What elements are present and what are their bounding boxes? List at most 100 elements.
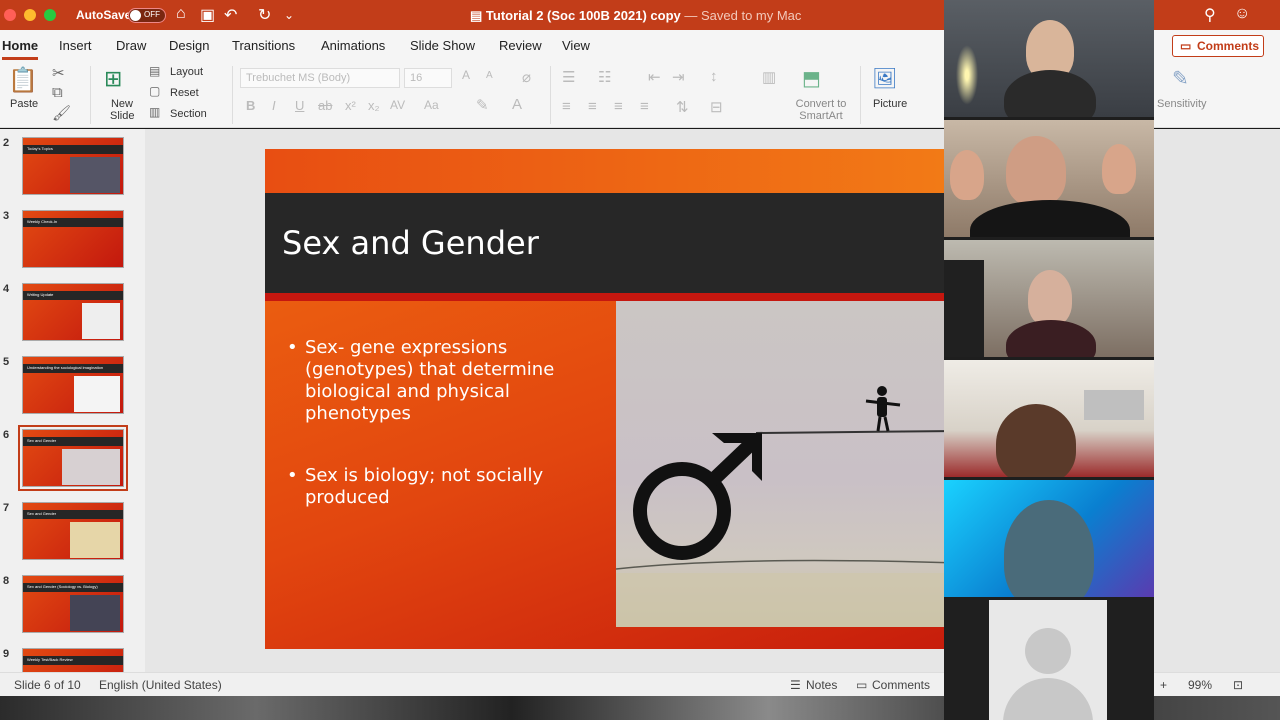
justify-icon[interactable]: ≡ (640, 98, 649, 115)
video-participant-1[interactable] (944, 0, 1154, 117)
tab-design[interactable]: Design (169, 38, 209, 53)
line-spacing-icon[interactable]: ↕ (710, 68, 718, 85)
sensitivity-icon[interactable]: ✎ (1172, 66, 1189, 91)
strikethrough-icon[interactable]: ab (318, 98, 332, 113)
fit-slide-icon[interactable]: ⊡ (1233, 678, 1243, 692)
tab-draw[interactable]: Draw (116, 38, 146, 53)
underline-icon[interactable]: U (295, 98, 304, 113)
new-slide-icon[interactable]: ⊞ (104, 66, 122, 92)
tab-review[interactable]: Review (499, 38, 542, 53)
bullets-icon[interactable]: ☰ (562, 68, 575, 86)
sensitivity-button[interactable]: Sensitivity (1157, 98, 1207, 110)
paste-icon[interactable]: 📋 (8, 66, 38, 95)
layout-button[interactable]: Layout (170, 66, 203, 78)
slide-thumbnail-3[interactable]: Weekly Check-In (22, 210, 124, 268)
document-title: ▤ Tutorial 2 (Soc 100B 2021) copy — Save… (470, 8, 801, 24)
font-size-select[interactable]: 16 (404, 68, 452, 88)
saved-status: — Saved to my Mac (684, 8, 802, 23)
slide-thumbnail-7[interactable]: Sex and Gender (22, 502, 124, 560)
slide-thumbnail-5[interactable]: Understanding the sociological imaginati… (22, 356, 124, 414)
save-icon[interactable]: ▣ (200, 5, 215, 25)
slide-bullet[interactable]: • Sex is biology; not socially produced (287, 465, 587, 509)
slide-title[interactable]: Sex and Gender (282, 224, 539, 262)
video-participant-2[interactable] (944, 120, 1154, 237)
smiley-icon[interactable]: ☺ (1234, 5, 1250, 23)
picture-icon[interactable]: 🖼 (872, 66, 897, 91)
tab-insert[interactable]: Insert (59, 38, 92, 53)
thumb-title: Writing Update (27, 292, 54, 297)
align-center-icon[interactable]: ≡ (588, 98, 597, 115)
highlight-icon[interactable]: ✎ (476, 96, 489, 114)
section-button[interactable]: Section (170, 108, 207, 120)
comments-status-icon[interactable]: ▭ (856, 678, 867, 692)
new-slide-label[interactable]: New Slide (110, 98, 134, 122)
slide-thumbnail-8[interactable]: Sex and Gender (Sociology vs. Biology) (22, 575, 124, 633)
slide-thumbnail-4[interactable]: Writing Update (22, 283, 124, 341)
zoom-level[interactable]: 99% (1188, 678, 1212, 692)
video-participant-6[interactable] (944, 600, 1154, 720)
slide-thumbnail-6[interactable]: Sex and Gender (18, 425, 128, 491)
minimize-window-button[interactable] (24, 9, 36, 21)
align-right-icon[interactable]: ≡ (614, 98, 623, 115)
font-color-icon[interactable]: A (512, 96, 522, 113)
search-icon[interactable]: ⚲ (1204, 5, 1216, 25)
decrease-indent-icon[interactable]: ⇤ (648, 68, 661, 86)
columns-icon[interactable]: ▥ (762, 68, 776, 86)
text-direction-icon[interactable]: ⇅ (676, 98, 689, 116)
slide-bullet[interactable]: • Sex- gene expressions (genotypes) that… (287, 337, 587, 425)
clear-format-icon[interactable]: ⌀ (522, 68, 531, 86)
slide-thumbnail-9[interactable]: Weekly Test/Back Review (22, 648, 124, 672)
numbering-icon[interactable]: ☷ (598, 68, 611, 86)
align-text-icon[interactable]: ⊟ (710, 98, 723, 116)
autosave-toggle[interactable]: OFF (128, 8, 166, 23)
smartart-icon[interactable]: ⬒ (802, 66, 821, 91)
reset-button[interactable]: Reset (170, 87, 199, 99)
home-icon[interactable]: ⌂ (176, 5, 186, 23)
copy-icon[interactable]: ⧉ (52, 84, 63, 101)
slide-picture[interactable] (615, 301, 945, 627)
tab-home[interactable]: Home (2, 38, 38, 53)
cut-icon[interactable]: ✂ (52, 64, 65, 82)
language-indicator[interactable]: English (United States) (99, 678, 222, 692)
increase-indent-icon[interactable]: ⇥ (672, 68, 685, 86)
slide-thumbnail-2[interactable]: Today's Topics (22, 137, 124, 195)
char-spacing-icon[interactable]: AV (390, 98, 405, 112)
decrease-font-icon[interactable]: A (486, 70, 493, 81)
tab-animations[interactable]: Animations (321, 38, 385, 53)
comments-status-button[interactable]: Comments (872, 678, 930, 692)
redo-icon[interactable]: ↻ (258, 5, 271, 25)
tab-slide-show[interactable]: Slide Show (410, 38, 475, 53)
current-slide[interactable]: Sex and Gender • Sex- gene expressions (… (265, 149, 945, 649)
close-window-button[interactable] (4, 9, 16, 21)
customize-toolbar-icon[interactable]: ⌄ (284, 8, 294, 22)
comments-button[interactable]: ▭ Comments (1172, 35, 1264, 57)
picture-button[interactable]: Picture (873, 98, 907, 110)
convert-smartart-button[interactable]: Convert to SmartArt (795, 98, 847, 122)
layout-icon[interactable]: ▤ (149, 64, 160, 78)
undo-icon[interactable]: ↶ (224, 5, 237, 25)
bold-icon[interactable]: B (246, 98, 255, 113)
font-name-select[interactable]: Trebuchet MS (Body) (240, 68, 400, 88)
italic-icon[interactable]: I (272, 98, 276, 113)
format-painter-icon[interactable]: 🖌 (52, 104, 71, 122)
maximize-window-button[interactable] (44, 9, 56, 21)
change-case-icon[interactable]: Aa (424, 98, 439, 112)
notes-button[interactable]: Notes (806, 678, 837, 692)
paste-label[interactable]: Paste (10, 98, 38, 110)
subscript-icon[interactable]: x₂ (368, 98, 380, 113)
superscript-icon[interactable]: x² (345, 98, 356, 113)
notes-icon[interactable]: ☰ (790, 678, 801, 692)
video-participant-3[interactable] (944, 240, 1154, 357)
section-icon[interactable]: ▥ (149, 105, 160, 119)
tab-view[interactable]: View (562, 38, 590, 53)
bullet-text: Sex is biology; not socially produced (305, 465, 544, 508)
bullet-text: Sex- gene expressions (genotypes) that d… (305, 337, 555, 424)
ribbon-separator (90, 66, 91, 124)
zoom-in-icon[interactable]: + (1160, 678, 1167, 692)
video-participant-5[interactable] (944, 480, 1154, 597)
increase-font-icon[interactable]: A (462, 68, 470, 82)
align-left-icon[interactable]: ≡ (562, 98, 571, 115)
reset-icon[interactable]: ▢ (149, 84, 160, 98)
tab-transitions[interactable]: Transitions (232, 38, 295, 53)
video-participant-4[interactable] (944, 360, 1154, 477)
